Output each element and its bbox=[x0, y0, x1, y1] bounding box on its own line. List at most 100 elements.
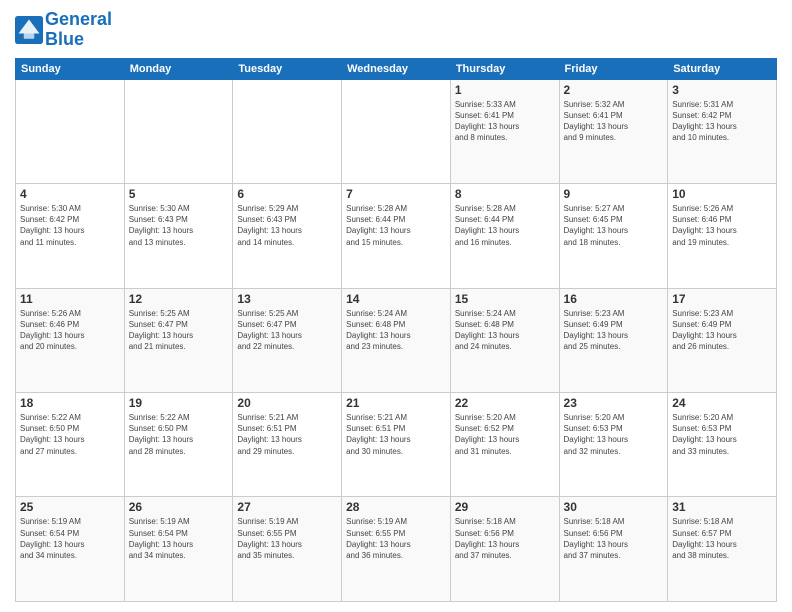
day-number: 21 bbox=[346, 396, 446, 410]
day-cell: 5 Sunrise: 5:30 AM Sunset: 6:43 PM Daylig… bbox=[124, 184, 233, 288]
day-number: 19 bbox=[129, 396, 229, 410]
day-cell: 26 Sunrise: 5:19 AM Sunset: 6:54 PM Dayli… bbox=[124, 497, 233, 602]
logo: General Blue bbox=[15, 10, 112, 50]
day-info: Sunrise: 5:28 AM Sunset: 6:44 PM Dayligh… bbox=[346, 203, 446, 248]
day-cell bbox=[124, 79, 233, 183]
day-number: 22 bbox=[455, 396, 555, 410]
day-info: Sunrise: 5:21 AM Sunset: 6:51 PM Dayligh… bbox=[237, 412, 337, 457]
week-row-2: 4 Sunrise: 5:30 AM Sunset: 6:42 PM Daylig… bbox=[16, 184, 777, 288]
day-number: 2 bbox=[564, 83, 664, 97]
day-cell bbox=[233, 79, 342, 183]
day-cell: 24 Sunrise: 5:20 AM Sunset: 6:53 PM Dayli… bbox=[668, 393, 777, 497]
day-info: Sunrise: 5:21 AM Sunset: 6:51 PM Dayligh… bbox=[346, 412, 446, 457]
day-cell: 23 Sunrise: 5:20 AM Sunset: 6:53 PM Dayli… bbox=[559, 393, 668, 497]
day-number: 9 bbox=[564, 187, 664, 201]
day-info: Sunrise: 5:30 AM Sunset: 6:42 PM Dayligh… bbox=[20, 203, 120, 248]
day-cell bbox=[342, 79, 451, 183]
day-number: 17 bbox=[672, 292, 772, 306]
day-info: Sunrise: 5:32 AM Sunset: 6:41 PM Dayligh… bbox=[564, 99, 664, 144]
day-info: Sunrise: 5:19 AM Sunset: 6:55 PM Dayligh… bbox=[237, 516, 337, 561]
day-cell: 11 Sunrise: 5:26 AM Sunset: 6:46 PM Dayli… bbox=[16, 288, 125, 392]
day-info: Sunrise: 5:26 AM Sunset: 6:46 PM Dayligh… bbox=[20, 308, 120, 353]
weekday-header-row: SundayMondayTuesdayWednesdayThursdayFrid… bbox=[16, 58, 777, 79]
day-info: Sunrise: 5:22 AM Sunset: 6:50 PM Dayligh… bbox=[129, 412, 229, 457]
day-number: 31 bbox=[672, 500, 772, 514]
day-cell: 15Sunrise: 5:24 AM Sunset: 6:48 PM Dayli… bbox=[450, 288, 559, 392]
page: General Blue SundayMondayTuesdayWednesda… bbox=[0, 0, 792, 612]
day-info: Sunrise: 5:23 AM Sunset: 6:49 PM Dayligh… bbox=[672, 308, 772, 353]
day-number: 18 bbox=[20, 396, 120, 410]
day-info: Sunrise: 5:19 AM Sunset: 6:54 PM Dayligh… bbox=[129, 516, 229, 561]
day-info: Sunrise: 5:18 AM Sunset: 6:56 PM Dayligh… bbox=[455, 516, 555, 561]
day-cell: 8 Sunrise: 5:28 AM Sunset: 6:44 PM Daylig… bbox=[450, 184, 559, 288]
day-cell: 13 Sunrise: 5:25 AM Sunset: 6:47 PM Dayli… bbox=[233, 288, 342, 392]
day-number: 28 bbox=[346, 500, 446, 514]
logo-icon bbox=[15, 16, 43, 44]
logo-text: General Blue bbox=[45, 10, 112, 50]
day-info: Sunrise: 5:22 AM Sunset: 6:50 PM Dayligh… bbox=[20, 412, 120, 457]
day-number: 11 bbox=[20, 292, 120, 306]
day-number: 26 bbox=[129, 500, 229, 514]
week-row-5: 25 Sunrise: 5:19 AM Sunset: 6:54 PM Dayli… bbox=[16, 497, 777, 602]
day-number: 14 bbox=[346, 292, 446, 306]
day-cell: 29Sunrise: 5:18 AM Sunset: 6:56 PM Dayli… bbox=[450, 497, 559, 602]
day-number: 8 bbox=[455, 187, 555, 201]
day-cell: 31 Sunrise: 5:18 AM Sunset: 6:57 PM Dayli… bbox=[668, 497, 777, 602]
day-info: Sunrise: 5:18 AM Sunset: 6:56 PM Dayligh… bbox=[564, 516, 664, 561]
day-number: 23 bbox=[564, 396, 664, 410]
week-row-3: 11 Sunrise: 5:26 AM Sunset: 6:46 PM Dayli… bbox=[16, 288, 777, 392]
day-cell: 25 Sunrise: 5:19 AM Sunset: 6:54 PM Dayli… bbox=[16, 497, 125, 602]
day-cell: 27 Sunrise: 5:19 AM Sunset: 6:55 PM Dayli… bbox=[233, 497, 342, 602]
day-cell: 18 Sunrise: 5:22 AM Sunset: 6:50 PM Dayli… bbox=[16, 393, 125, 497]
day-cell: 6 Sunrise: 5:29 AM Sunset: 6:43 PM Daylig… bbox=[233, 184, 342, 288]
day-info: Sunrise: 5:18 AM Sunset: 6:57 PM Dayligh… bbox=[672, 516, 772, 561]
day-info: Sunrise: 5:31 AM Sunset: 6:42 PM Dayligh… bbox=[672, 99, 772, 144]
day-cell: 12Sunrise: 5:25 AM Sunset: 6:47 PM Dayli… bbox=[124, 288, 233, 392]
weekday-header-friday: Friday bbox=[559, 58, 668, 79]
day-info: Sunrise: 5:24 AM Sunset: 6:48 PM Dayligh… bbox=[346, 308, 446, 353]
day-number: 20 bbox=[237, 396, 337, 410]
day-info: Sunrise: 5:28 AM Sunset: 6:44 PM Dayligh… bbox=[455, 203, 555, 248]
weekday-header-monday: Monday bbox=[124, 58, 233, 79]
day-info: Sunrise: 5:20 AM Sunset: 6:52 PM Dayligh… bbox=[455, 412, 555, 457]
logo-blue: Blue bbox=[45, 29, 84, 49]
day-info: Sunrise: 5:29 AM Sunset: 6:43 PM Dayligh… bbox=[237, 203, 337, 248]
day-number: 16 bbox=[564, 292, 664, 306]
day-cell: 3Sunrise: 5:31 AM Sunset: 6:42 PM Daylig… bbox=[668, 79, 777, 183]
day-info: Sunrise: 5:26 AM Sunset: 6:46 PM Dayligh… bbox=[672, 203, 772, 248]
day-number: 24 bbox=[672, 396, 772, 410]
day-number: 7 bbox=[346, 187, 446, 201]
day-cell bbox=[16, 79, 125, 183]
calendar-table: SundayMondayTuesdayWednesdayThursdayFrid… bbox=[15, 58, 777, 602]
day-info: Sunrise: 5:20 AM Sunset: 6:53 PM Dayligh… bbox=[564, 412, 664, 457]
day-cell: 16 Sunrise: 5:23 AM Sunset: 6:49 PM Dayli… bbox=[559, 288, 668, 392]
day-number: 5 bbox=[129, 187, 229, 201]
day-cell: 22 Sunrise: 5:20 AM Sunset: 6:52 PM Dayli… bbox=[450, 393, 559, 497]
day-cell: 30 Sunrise: 5:18 AM Sunset: 6:56 PM Dayli… bbox=[559, 497, 668, 602]
day-info: Sunrise: 5:27 AM Sunset: 6:45 PM Dayligh… bbox=[564, 203, 664, 248]
day-cell: 19 Sunrise: 5:22 AM Sunset: 6:50 PM Dayli… bbox=[124, 393, 233, 497]
day-cell: 28Sunrise: 5:19 AM Sunset: 6:55 PM Dayli… bbox=[342, 497, 451, 602]
day-cell: 4 Sunrise: 5:30 AM Sunset: 6:42 PM Daylig… bbox=[16, 184, 125, 288]
day-number: 25 bbox=[20, 500, 120, 514]
weekday-header-saturday: Saturday bbox=[668, 58, 777, 79]
day-cell: 7 Sunrise: 5:28 AM Sunset: 6:44 PM Daylig… bbox=[342, 184, 451, 288]
day-number: 4 bbox=[20, 187, 120, 201]
weekday-header-tuesday: Tuesday bbox=[233, 58, 342, 79]
day-number: 27 bbox=[237, 500, 337, 514]
header: General Blue bbox=[15, 10, 777, 50]
day-cell: 17 Sunrise: 5:23 AM Sunset: 6:49 PM Dayli… bbox=[668, 288, 777, 392]
day-number: 15 bbox=[455, 292, 555, 306]
day-info: Sunrise: 5:20 AM Sunset: 6:53 PM Dayligh… bbox=[672, 412, 772, 457]
week-row-4: 18 Sunrise: 5:22 AM Sunset: 6:50 PM Dayli… bbox=[16, 393, 777, 497]
day-info: Sunrise: 5:30 AM Sunset: 6:43 PM Dayligh… bbox=[129, 203, 229, 248]
day-info: Sunrise: 5:23 AM Sunset: 6:49 PM Dayligh… bbox=[564, 308, 664, 353]
day-cell: 21 Sunrise: 5:21 AM Sunset: 6:51 PM Dayli… bbox=[342, 393, 451, 497]
day-info: Sunrise: 5:25 AM Sunset: 6:47 PM Dayligh… bbox=[237, 308, 337, 353]
day-number: 30 bbox=[564, 500, 664, 514]
day-number: 1 bbox=[455, 83, 555, 97]
week-row-1: 1Sunrise: 5:33 AM Sunset: 6:41 PM Daylig… bbox=[16, 79, 777, 183]
day-number: 13 bbox=[237, 292, 337, 306]
day-number: 6 bbox=[237, 187, 337, 201]
day-info: Sunrise: 5:19 AM Sunset: 6:54 PM Dayligh… bbox=[20, 516, 120, 561]
